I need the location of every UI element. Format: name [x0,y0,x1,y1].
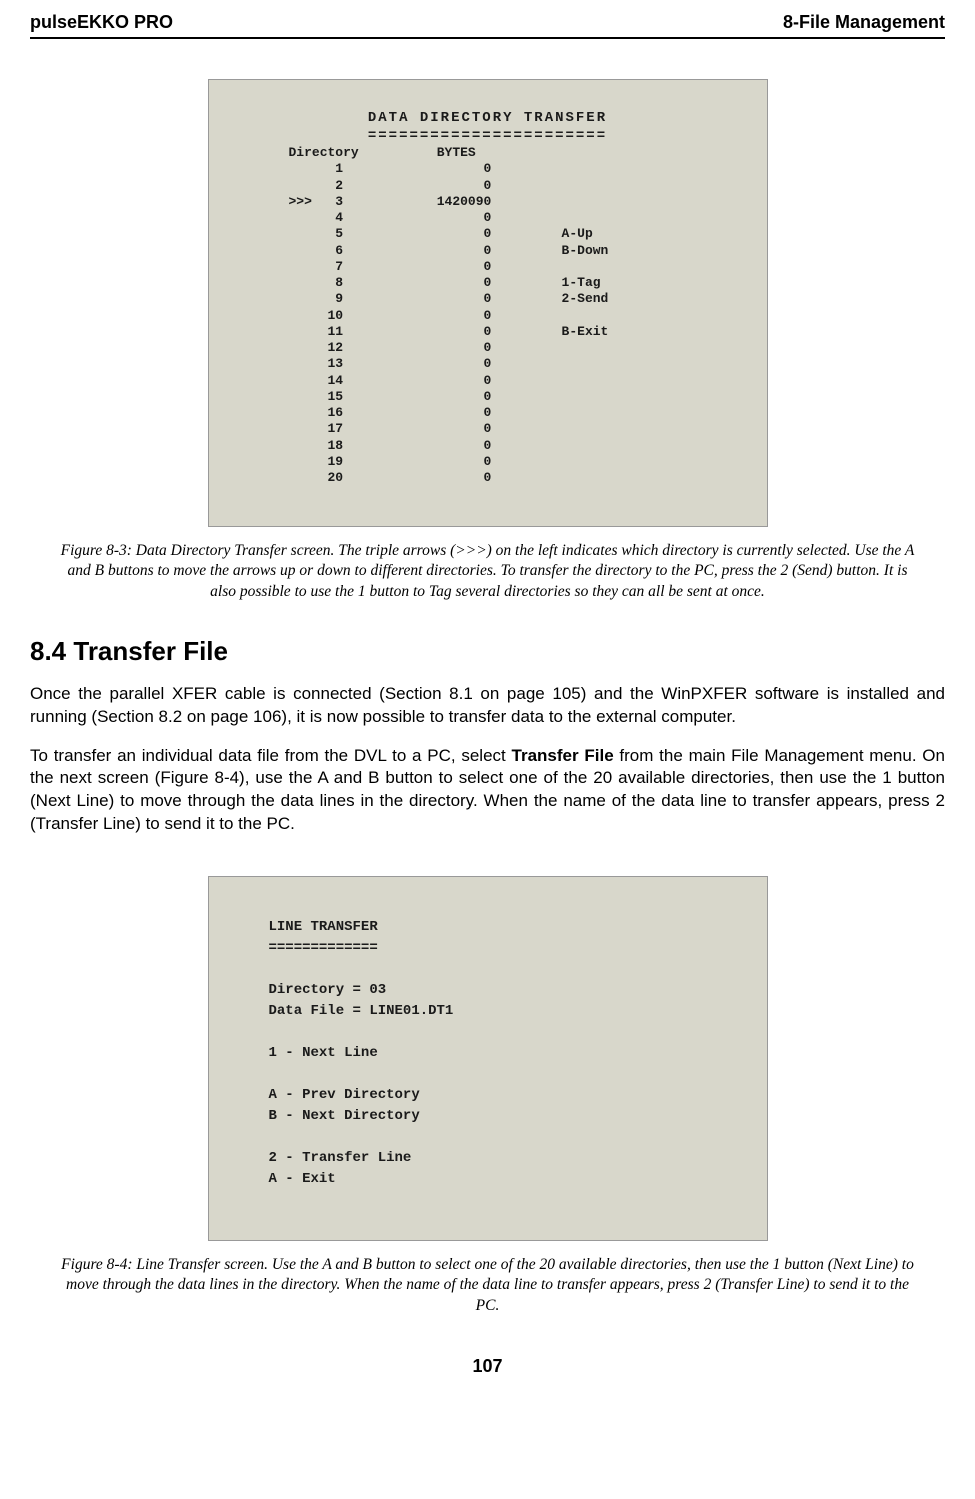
page-number: 107 [30,1356,945,1377]
screen1-row: 1 0 [289,161,727,177]
screen2-line: Data File = LINE01.DT1 [269,1001,707,1022]
screen1-row: 19 0 [289,454,727,470]
screen2-line [269,1064,707,1085]
header-right: 8-File Management [783,12,945,33]
screen1-row: 9 0 2-Send [289,291,727,307]
screen2-line [269,1022,707,1043]
screen2-line: B - Next Directory [269,1106,707,1127]
screen1-row: 7 0 [289,259,727,275]
screen1-row: 11 0 B-Exit [289,324,727,340]
para-2: To transfer an individual data file from… [30,745,945,837]
screen2-line: A - Exit [269,1169,707,1190]
screen1-title: DATA DIRECTORY TRANSFER [249,110,727,128]
screen1-row: 10 0 [289,308,727,324]
screen1-headers: Directory BYTES [289,145,727,161]
screen1-row: 5 0 A-Up [289,226,727,242]
screen2-underline: ============= [269,938,707,959]
screen-line-transfer: LINE TRANSFER ============= Directory = … [208,876,768,1241]
screen2-title: LINE TRANSFER [269,917,707,938]
screen1-row: 16 0 [289,405,727,421]
screen2-line: Directory = 03 [269,980,707,1001]
screen2-line: 1 - Next Line [269,1043,707,1064]
section-heading-8-4: 8.4 Transfer File [30,636,945,667]
screen1-row: 14 0 [289,373,727,389]
screen1-row: 2 0 [289,178,727,194]
header-left: pulseEKKO PRO [30,12,173,33]
screen1-row: 12 0 [289,340,727,356]
screen1-row: >>> 3 1420090 [289,194,727,210]
screen1-row: 18 0 [289,438,727,454]
screen1-row: 15 0 [289,389,727,405]
screen1-row: 4 0 [289,210,727,226]
screen1-row: 8 0 1-Tag [289,275,727,291]
screen1-row: 20 0 [289,470,727,486]
screen1-row: 13 0 [289,356,727,372]
figure-8-3-caption: Figure 8-3: Data Directory Transfer scre… [60,541,915,601]
screen1-row: 6 0 B-Down [289,243,727,259]
transfer-file-bold: Transfer File [512,746,614,765]
para-2a: To transfer an individual data file from… [30,746,512,765]
screen2-line: A - Prev Directory [269,1085,707,1106]
para-1: Once the parallel XFER cable is connecte… [30,683,945,729]
screen2-line [269,1127,707,1148]
page-header: pulseEKKO PRO 8-File Management [30,12,945,39]
figure-8-4-caption: Figure 8-4: Line Transfer screen. Use th… [60,1255,915,1315]
screen1-row: 17 0 [289,421,727,437]
figure-8-4: LINE TRANSFER ============= Directory = … [30,876,945,1315]
screen1-underline: ======================= [249,128,727,146]
screen2-line: 2 - Transfer Line [269,1148,707,1169]
screen-data-directory-transfer: DATA DIRECTORY TRANSFER ================… [208,79,768,527]
figure-8-3: DATA DIRECTORY TRANSFER ================… [30,79,945,602]
